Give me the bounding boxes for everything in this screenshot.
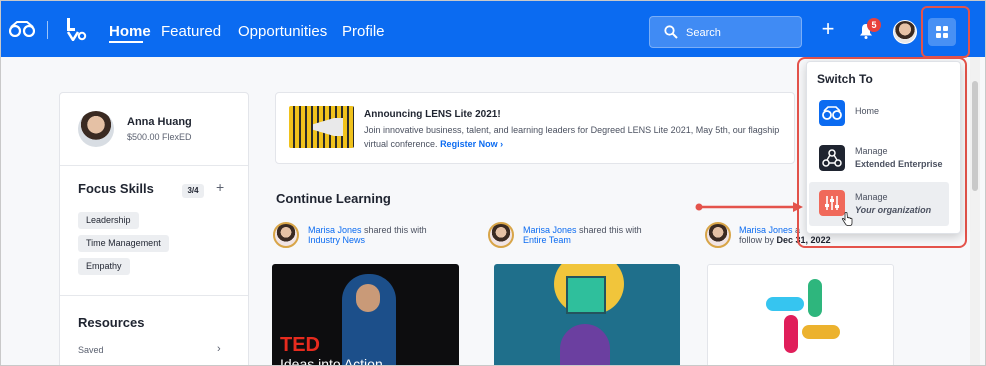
content-thumbnail-slack[interactable]: [707, 264, 894, 365]
menu-item-label: Manage: [855, 146, 888, 156]
menu-item-manage-your-organization[interactable]: Manage Your organization: [809, 182, 949, 226]
avatar[interactable]: [78, 111, 114, 147]
illustration-screen: [566, 276, 606, 314]
megaphone-icon: [313, 118, 343, 136]
nav-active-indicator: [109, 41, 143, 43]
skill-chip[interactable]: Empathy: [78, 258, 130, 275]
search-placeholder: Search: [686, 27, 721, 39]
menu-item-manage-extended-enterprise[interactable]: Manage Extended Enterprise: [809, 137, 949, 181]
divider: [60, 295, 248, 296]
menu-item-label: Manage: [855, 192, 888, 202]
resources-item-saved[interactable]: Saved: [78, 345, 104, 355]
announcement-title: Announcing LENS Lite 2021!: [364, 109, 501, 120]
continue-learning-title: Continue Learning: [276, 191, 391, 206]
menu-item-sublabel: Your organization: [855, 205, 932, 215]
app-switcher-highlight: [921, 6, 970, 58]
share-prefix: follow by: [739, 235, 775, 245]
focus-skills-title: Focus Skills: [78, 181, 154, 196]
avatar[interactable]: [705, 222, 731, 248]
share-text: Marisa Jones shared this with Industry N…: [308, 225, 427, 245]
share-user-link[interactable]: Marisa Jones: [523, 225, 577, 235]
announcement-card: Announcing LENS Lite 2021! Join innovati…: [275, 92, 795, 164]
slack-logo-red: [784, 315, 798, 353]
announcement-text: Join innovative business, talent, and le…: [364, 125, 780, 149]
add-button[interactable]: +: [819, 18, 837, 40]
share-action: shared this with: [364, 225, 427, 235]
skills-count-badge: 3/4: [182, 184, 204, 198]
menu-item-home[interactable]: Home: [809, 92, 949, 136]
announcement-image: [289, 106, 354, 148]
switch-to-menu: Switch To Home Manage Extended Enterpris…: [806, 61, 961, 234]
notification-badge: 5: [867, 18, 881, 32]
switch-to-title: Switch To: [817, 72, 873, 86]
ted-logo: TED: [280, 334, 320, 356]
hand-cursor-icon: [841, 212, 853, 226]
content-thumbnail-ted[interactable]: TED Ideas into Action: [272, 264, 459, 366]
nav-featured[interactable]: Featured: [161, 23, 221, 40]
skill-chip[interactable]: Leadership: [78, 212, 139, 229]
skill-chip[interactable]: Time Management: [78, 235, 169, 252]
app-window: Home Featured Opportunities Profile Sear…: [0, 0, 986, 366]
share-target-link[interactable]: Entire Team: [523, 235, 571, 245]
profile-name[interactable]: Anna Huang: [127, 116, 192, 128]
nav-opportunities[interactable]: Opportunities: [238, 23, 327, 40]
avatar[interactable]: [273, 222, 299, 248]
search-box[interactable]: Search: [649, 16, 802, 48]
degreed-logo-icon[interactable]: [9, 21, 35, 37]
share-action: shared this with: [579, 225, 642, 235]
profile-card: Anna Huang $500.00 FlexED Focus Skills 3…: [59, 92, 249, 365]
menu-item-label: Home: [855, 106, 880, 116]
share-target-link[interactable]: Industry News: [308, 235, 365, 245]
nav-profile[interactable]: Profile: [342, 23, 385, 40]
menu-item-sublabel: Extended Enterprise: [855, 159, 943, 169]
share-user-link[interactable]: Marisa Jones: [308, 225, 362, 235]
ted-subtitle: Ideas into Action: [280, 356, 383, 366]
chevron-right-icon[interactable]: ›: [500, 139, 503, 149]
add-skill-button[interactable]: +: [216, 179, 224, 195]
share-text: Marisa Jones shared this with Entire Tea…: [523, 225, 642, 245]
user-avatar[interactable]: [893, 20, 917, 44]
nav-home[interactable]: Home: [109, 23, 151, 40]
share-user-link[interactable]: Marisa Jones: [739, 225, 793, 235]
avatar[interactable]: [488, 222, 514, 248]
top-nav-bar: Home Featured Opportunities Profile Sear…: [1, 1, 985, 57]
register-now-link[interactable]: Register Now: [440, 139, 498, 149]
slack-logo-yellow: [802, 325, 840, 339]
illustration-person: [560, 324, 610, 365]
slack-logo-blue: [766, 297, 804, 311]
annotation-arrow-icon: [695, 202, 803, 212]
announcement-body: Join innovative business, talent, and le…: [364, 123, 794, 151]
scrollbar-thumb[interactable]: [972, 81, 978, 191]
profile-balance: $500.00 FlexED: [127, 132, 192, 142]
logo-divider: [47, 21, 48, 39]
network-icon: [819, 145, 845, 171]
speaker-face: [356, 284, 380, 312]
org-logo-icon: [66, 18, 87, 41]
chevron-right-icon[interactable]: ›: [217, 343, 221, 355]
content-thumbnail-illustration[interactable]: [494, 264, 680, 365]
slack-logo-green: [808, 279, 822, 317]
divider: [60, 165, 248, 166]
resources-title: Resources: [78, 315, 145, 330]
glasses-icon: [819, 100, 845, 126]
search-icon: [664, 25, 678, 39]
